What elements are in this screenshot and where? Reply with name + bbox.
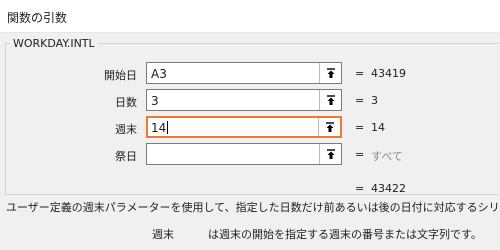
formula-result-value: 43422 — [371, 182, 406, 195]
start-date-ref-button[interactable] — [319, 63, 341, 83]
arg-row-start-date: 開始日 A3 = 43419 — [0, 62, 500, 86]
collapse-dialog-icon — [326, 67, 335, 78]
days-input[interactable]: 3 — [146, 89, 342, 111]
days-ref-button[interactable] — [319, 90, 341, 110]
arg-label-start-date: 開始日 — [104, 69, 137, 82]
arg-row-days: 日数 3 = 3 — [0, 89, 500, 113]
holidays-ref-button[interactable] — [319, 144, 341, 164]
holidays-input[interactable] — [146, 143, 342, 165]
arg-equals-holidays: = — [355, 148, 365, 161]
weekend-input[interactable]: 14 — [146, 116, 342, 138]
arg-help-text: は週末の開始を指定する週末の番号または文字列です。 — [208, 228, 482, 241]
arg-equals-days: = — [355, 94, 365, 107]
arg-result-weekend: 14 — [371, 121, 385, 134]
start-date-input[interactable]: A3 — [146, 62, 342, 84]
arg-equals-weekend: = — [355, 121, 365, 134]
arg-result-holidays: すべて — [371, 150, 403, 163]
arg-row-holidays: 祭日 = すべて — [0, 143, 500, 167]
dialog-title: 関数の引数 — [7, 11, 68, 25]
collapse-dialog-icon — [326, 148, 335, 159]
weekend-value-wrap: 14 — [151, 121, 169, 135]
formula-result-equals: = — [355, 182, 365, 195]
arg-label-weekend: 週末 — [115, 123, 137, 136]
arg-help-name: 週末 — [152, 228, 174, 241]
arg-result-days: 3 — [371, 94, 378, 107]
collapse-dialog-icon — [325, 121, 334, 132]
collapse-dialog-icon — [326, 94, 335, 105]
function-name: WORKDAY.INTL — [10, 37, 98, 50]
weekend-ref-button[interactable] — [318, 118, 340, 136]
text-cursor — [167, 121, 169, 134]
title-bar: 関数の引数 — [0, 0, 500, 33]
start-date-value: A3 — [151, 67, 167, 81]
arg-row-weekend: 週末 14 = 14 — [0, 116, 500, 140]
arg-label-holidays: 祭日 — [115, 150, 137, 163]
days-value: 3 — [151, 94, 159, 108]
function-description: ユーザー定義の週末パラメーターを使用して、指定した日数だけ前あるいは後の日付に対… — [6, 201, 500, 214]
arg-equals-start-date: = — [355, 67, 365, 80]
arg-label-days: 日数 — [115, 96, 137, 109]
arg-result-start-date: 43419 — [371, 67, 406, 80]
weekend-value: 14 — [151, 121, 167, 135]
